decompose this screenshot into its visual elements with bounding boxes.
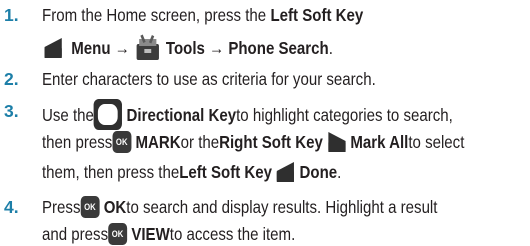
step-1-line-2: Menu → Tools → Phone Search.	[42, 34, 333, 62]
instruction-document: 1. From the Home screen, press the Left …	[0, 0, 530, 246]
step-2-text: Enter characters to use as criteria for …	[42, 69, 376, 89]
tools-icon	[136, 34, 160, 60]
ok-key-icon: OK	[80, 196, 100, 218]
step-1-line-1: From the Home screen, press the Left Sof…	[42, 5, 364, 25]
left-soft-key-icon	[44, 38, 62, 58]
ok-key-icon: OK	[108, 223, 128, 245]
ok-key-icon: OK	[112, 131, 132, 153]
step-4-line-1: Press OK OK to search and display result…	[42, 196, 438, 218]
step-3-line-1: Use the Directional Key to highlight cat…	[42, 99, 453, 130]
step-number: 2.	[4, 69, 19, 89]
step-3-line-2: then press OK MARK or the Right Soft Key…	[42, 131, 465, 153]
step-number: 1.	[4, 5, 19, 25]
left-soft-key-icon	[277, 162, 295, 182]
directional-key-icon	[93, 99, 123, 130]
right-soft-key-icon	[327, 132, 346, 152]
step-3-line-3: them, then press the Left Soft Key Done.	[42, 162, 342, 182]
step-number: 4.	[4, 197, 19, 217]
step-number: 3.	[4, 101, 19, 121]
step-4-line-2: and press OK VIEW to access the item.	[42, 223, 296, 245]
